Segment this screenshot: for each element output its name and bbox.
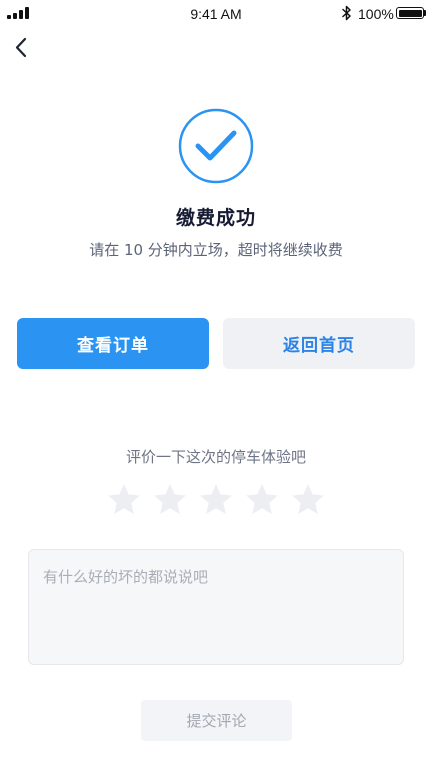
- chevron-left-icon: [15, 37, 27, 58]
- star-icon[interactable]: [289, 481, 327, 519]
- star-icon[interactable]: [105, 481, 143, 519]
- view-order-button[interactable]: 查看订单: [17, 318, 209, 369]
- success-subtitle: 请在 10 分钟内立场，超时将继续收费: [89, 241, 343, 259]
- submit-comment-button[interactable]: 提交评论: [141, 700, 292, 741]
- back-to-home-button[interactable]: 返回首页: [223, 318, 415, 369]
- bluetooth-icon: [342, 5, 351, 21]
- battery-tip: [424, 10, 426, 16]
- star-icon[interactable]: [197, 481, 235, 519]
- battery-percentage: 100%: [358, 6, 394, 22]
- check-circle-icon: [178, 108, 254, 184]
- success-title: 缴费成功: [175, 207, 256, 229]
- star-rating: [105, 481, 327, 519]
- star-icon[interactable]: [151, 481, 189, 519]
- back-button[interactable]: [8, 34, 36, 62]
- rating-prompt: 评价一下这次的停车体验吧: [125, 448, 306, 466]
- comment-box: [28, 549, 404, 665]
- battery-full-icon: [396, 7, 424, 19]
- status-bar: 9:41 AM 100%: [0, 0, 432, 28]
- star-icon[interactable]: [243, 481, 281, 519]
- comment-input[interactable]: [43, 566, 389, 648]
